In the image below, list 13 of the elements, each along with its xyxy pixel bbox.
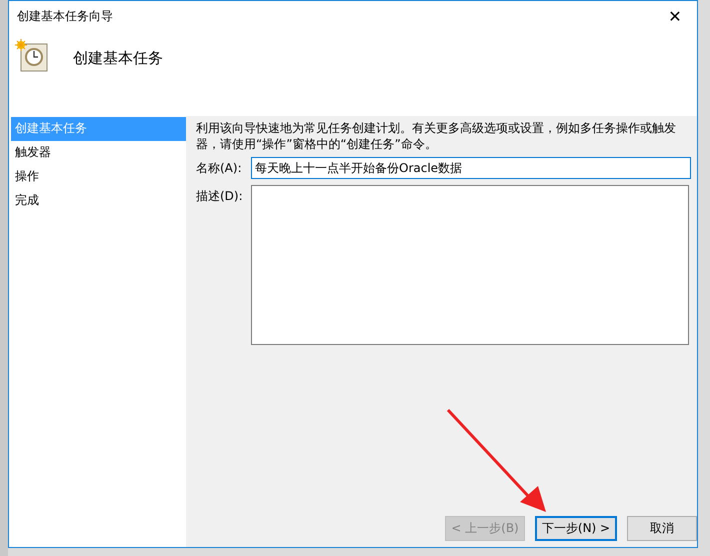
wizard-step[interactable]: 完成: [11, 189, 186, 213]
wizard-step[interactable]: 触发器: [11, 141, 186, 165]
wizard-step[interactable]: 操作: [11, 165, 186, 189]
description-label: 描述(D):: [196, 188, 244, 205]
next-button[interactable]: 下一步(N) >: [535, 516, 617, 541]
cancel-button[interactable]: 取消: [627, 516, 697, 541]
wizard-heading: 创建基本任务: [73, 49, 163, 68]
name-label: 名称(A):: [196, 160, 243, 177]
close-button[interactable]: ✕: [653, 1, 697, 31]
window-title: 创建基本任务向导: [17, 8, 113, 24]
description-field[interactable]: [251, 185, 689, 345]
intro-text: 利用该向导快速地为常见任务创建计划。有关更多高级选项或设置，例如多任务操作或触发器，请使用“操作”窗格中的“创建任务”命令。: [196, 120, 677, 152]
name-field[interactable]: 每天晚上十一点半开始备份Oracle数据: [251, 157, 691, 179]
